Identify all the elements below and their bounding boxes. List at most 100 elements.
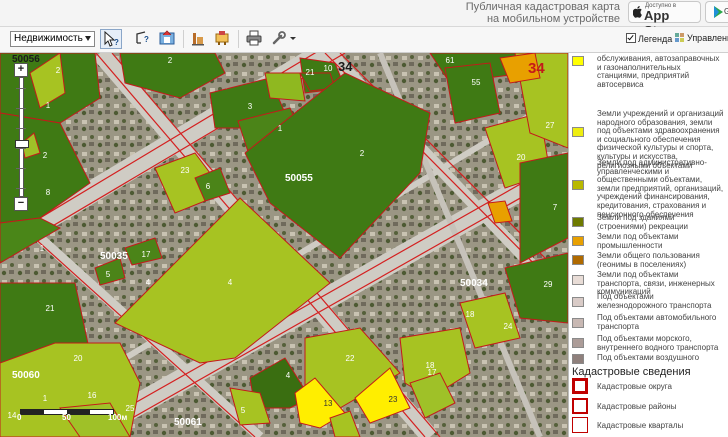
svg-text:55: 55 <box>472 78 481 87</box>
legend-item: Земли общего пользования (геонимы в посе… <box>572 251 724 269</box>
quarter-label-50061: 50061 <box>174 417 202 428</box>
google-play-button[interactable]: G <box>705 1 728 23</box>
zoom-tick <box>16 108 26 109</box>
svg-text:14: 14 <box>8 411 17 420</box>
svg-text:2: 2 <box>168 56 173 65</box>
zoom-out-button[interactable]: − <box>14 197 28 211</box>
map-svg[interactable]: 218 11 231 2236 44 212016 114 25 517 224… <box>0 53 568 437</box>
svg-text:1: 1 <box>40 244 45 253</box>
map-info-button[interactable] <box>157 29 179 49</box>
svg-text:7: 7 <box>553 203 558 212</box>
tools-dropdown-button[interactable] <box>270 29 298 49</box>
legend-swatch <box>572 127 584 137</box>
legend-item: Земли под зданиями (строениями) рекреаци… <box>572 213 724 231</box>
svg-text:5: 5 <box>106 270 111 279</box>
apple-icon <box>633 6 642 18</box>
legend-toggle[interactable]: Легенда <box>626 33 672 44</box>
map-toolbar: Недвижимость ? ? Легенда Управлен <box>0 27 728 53</box>
cadastral-legend-label: Кадастровые районы <box>597 402 677 411</box>
legend-item-label: Под объектами воздушного <box>597 353 700 362</box>
legend-item-label: Под объектами морского, внутреннего водн… <box>597 334 719 352</box>
zoom-tick <box>16 188 26 189</box>
zoom-slider-handle[interactable] <box>15 140 29 148</box>
svg-text:2: 2 <box>43 151 48 160</box>
legend-item: Земли учреждений и организаций народного… <box>572 109 724 169</box>
zoom-tick <box>16 148 26 149</box>
scale-label-end: 100м <box>108 413 128 422</box>
google-play-label: G <box>724 7 728 16</box>
cadastral-swatch <box>572 398 588 414</box>
svg-text:23: 23 <box>181 166 190 175</box>
top-bar: Публичная кадастровая карта на мобильном… <box>0 0 728 38</box>
svg-text:17: 17 <box>428 368 437 377</box>
svg-text:18: 18 <box>466 310 475 319</box>
zoom-slider[interactable] <box>15 77 29 197</box>
cadastral-section-title: Кадастровые сведения <box>572 366 691 378</box>
svg-text:20: 20 <box>74 354 83 363</box>
ruler-question-icon: ? <box>136 31 149 44</box>
cadastral-legend-item: Кадастровые округа <box>572 378 727 396</box>
svg-text:6: 6 <box>206 182 211 191</box>
svg-text:?: ? <box>144 35 149 44</box>
svg-text:20: 20 <box>517 153 526 162</box>
cadastral-legend-item: Кадастровые районы <box>572 398 727 416</box>
svg-text:21: 21 <box>306 68 315 77</box>
legend-swatch <box>572 297 584 307</box>
svg-text:4: 4 <box>146 278 151 287</box>
svg-text:23: 23 <box>389 395 398 404</box>
measure-area-button[interactable]: ? <box>133 29 155 49</box>
play-icon <box>714 6 723 18</box>
wrench-icon <box>272 31 296 45</box>
land-parcel-icon <box>215 31 229 45</box>
svg-text:5: 5 <box>241 406 246 415</box>
zoom-tick <box>16 128 26 129</box>
cadastral-swatch <box>572 417 588 433</box>
building-tool-button[interactable] <box>188 29 210 49</box>
layer-select[interactable]: Недвижимость <box>10 31 95 47</box>
svg-text:17: 17 <box>142 250 151 259</box>
svg-text:13: 13 <box>324 399 333 408</box>
app-store-button[interactable]: Доступно в App Store <box>628 1 701 38</box>
manage-label: Управление <box>687 33 728 43</box>
svg-text:3: 3 <box>248 102 253 111</box>
legend-swatch <box>572 56 584 66</box>
svg-text:27: 27 <box>546 121 555 130</box>
scale-label-mid: 50 <box>62 413 71 422</box>
legend-swatch <box>572 236 584 246</box>
legend-swatch <box>572 318 584 328</box>
svg-text:8: 8 <box>46 188 51 197</box>
svg-text:?: ? <box>114 38 119 47</box>
manage-layers-button[interactable]: Управление <box>675 33 728 43</box>
legend-item: Под объектами морского, внутреннего водн… <box>572 334 724 352</box>
legend-swatch <box>572 354 584 364</box>
scale-label-zero: 0 <box>17 413 22 422</box>
legend-item: Под объектами железнодорожного транспорт… <box>572 292 724 312</box>
svg-text:10: 10 <box>324 64 333 73</box>
legend-swatch <box>572 217 584 227</box>
map-canvas[interactable]: 218 11 231 2236 44 212016 114 25 517 224… <box>0 53 568 437</box>
legend-item-label: Под объектами железнодорожного транспорт… <box>597 292 712 310</box>
svg-text:61: 61 <box>446 56 455 65</box>
svg-text:22: 22 <box>346 354 355 363</box>
identify-tool-button[interactable]: ? <box>100 29 122 49</box>
legend-item-label: Земли под зданиями (строениями) рекреаци… <box>597 213 689 231</box>
chevron-down-icon <box>85 36 91 41</box>
legend-item: Под объектами воздушного <box>572 353 724 364</box>
legend-swatch <box>572 180 584 190</box>
promo-line-1: Публичная кадастровая карта <box>465 1 620 13</box>
legend-swatch <box>572 275 584 285</box>
legend-item: Под объектами автомобильного транспорта <box>572 313 724 333</box>
legend-checkbox[interactable] <box>626 33 636 43</box>
svg-text:1: 1 <box>46 101 51 110</box>
layer-select-value: Недвижимость <box>14 33 83 44</box>
legend-item: Земли под административно-управленческим… <box>572 158 724 218</box>
print-button[interactable] <box>244 29 266 49</box>
land-tool-button[interactable] <box>212 29 234 49</box>
layers-icon <box>675 33 684 42</box>
quarter-label-50035: 50035 <box>100 251 128 262</box>
legend-item-label: обслуживания, автозаправочных и газонапо… <box>597 54 720 89</box>
svg-text:4: 4 <box>286 371 291 380</box>
zoom-in-button[interactable]: + <box>14 63 28 77</box>
quarter-label-50034: 50034 <box>460 278 488 289</box>
legend-panel: обслуживания, автозаправочных и газонапо… <box>568 53 728 437</box>
